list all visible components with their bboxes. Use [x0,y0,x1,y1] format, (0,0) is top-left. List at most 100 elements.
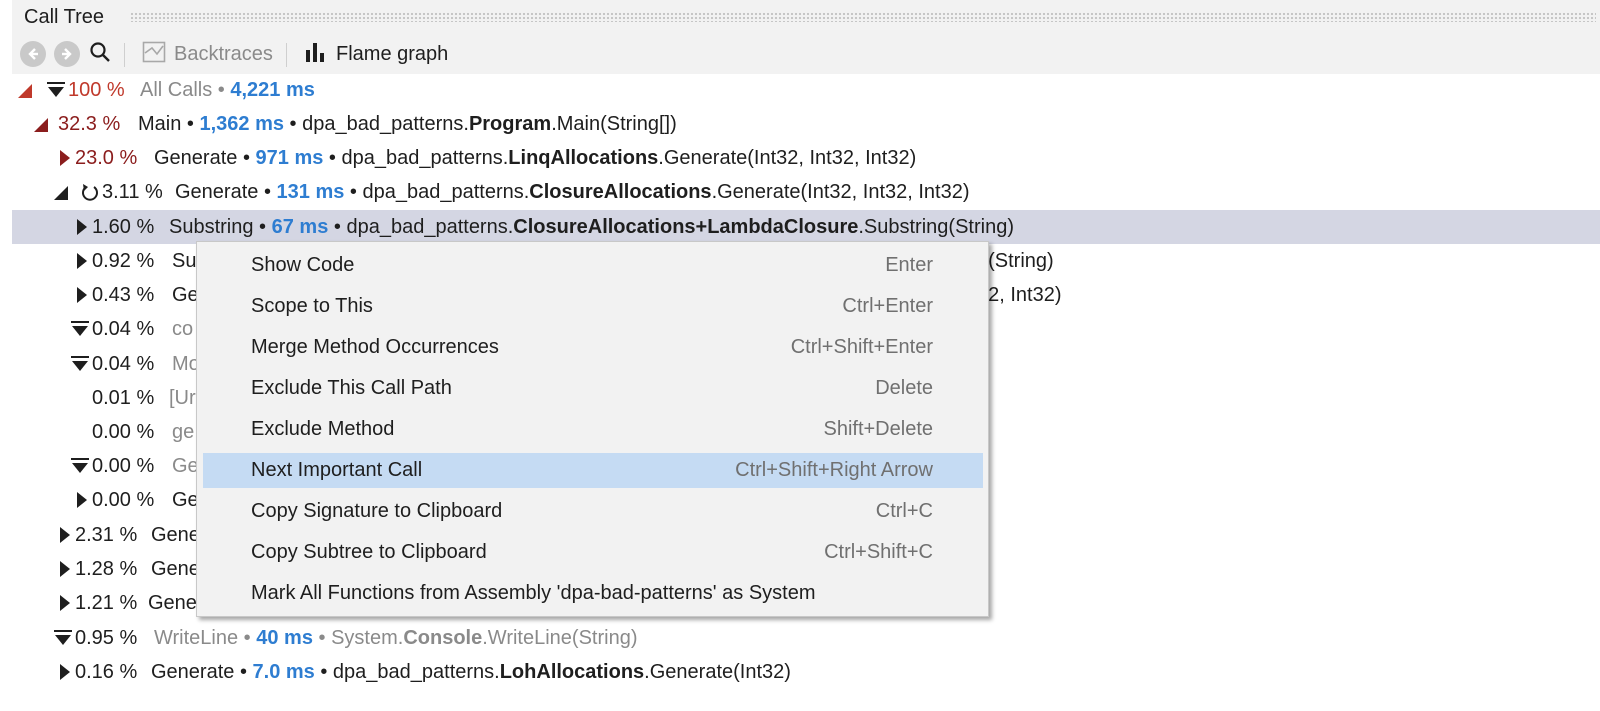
arrow-left-icon [20,41,46,67]
filter-icon [70,457,90,475]
tree-row[interactable]: 100 % All Calls • 4,221 ms [12,73,1600,107]
row-percent: 2.31 % [75,524,138,546]
row-percent: 32.3 % [58,113,121,135]
row-method: [Ur [169,387,196,409]
row-percent: 0.95 % [75,627,138,649]
collapsed-triangle-icon[interactable] [77,253,87,269]
backtraces-label: Backtraces [174,42,273,65]
tree-row[interactable]: 23.0 % Generate • 971 ms • dpa_bad_patte… [12,141,1600,175]
row-percent: 0.92 % [92,250,155,272]
row-percent: 1.60 % [92,216,155,238]
tree-row[interactable]: 3.11 % Generate • 131 ms • dpa_bad_patte… [12,175,1600,209]
row-method: co [172,318,194,340]
row-percent: 0.00 % [92,421,155,443]
tree-row[interactable]: 32.3 % Main • 1,362 ms • dpa_bad_pattern… [12,107,1600,141]
row-percent: 0.04 % [92,318,155,340]
row-method: ge [172,421,195,443]
menu-item-next-important-call[interactable]: Next Important Call Ctrl+Shift+Right Arr… [203,453,983,488]
filter-icon [53,629,73,647]
panel-title: Call Tree [24,6,105,28]
row-method: Ge [172,455,199,477]
forward-button[interactable] [54,34,80,74]
row-method: Substring • 67 ms • dpa_bad_patterns.Clo… [169,216,1014,238]
menu-item-exclude-call-path[interactable]: Exclude This Call Path Delete [203,371,983,406]
collapsed-triangle-icon[interactable] [60,561,70,577]
panel-title-bar: Call Tree [12,0,1600,34]
expanded-triangle-icon[interactable] [34,118,48,132]
row-method: Main • 1,362 ms • dpa_bad_patterns.Progr… [138,113,677,135]
menu-item-copy-subtree[interactable]: Copy Subtree to Clipboard Ctrl+Shift+C [203,535,983,570]
menu-item-shortcut: Ctrl+C [875,500,933,522]
menu-item-mark-assembly-as-system[interactable]: Mark All Functions from Assembly 'dpa-ba… [203,576,983,611]
menu-item-label: Mark All Functions from Assembly 'dpa-ba… [251,582,816,604]
row-percent: 0.04 % [92,353,155,375]
menu-item-label: Exclude Method [251,418,395,440]
row-method: Gene [151,524,200,546]
search-button[interactable] [88,34,112,74]
menu-item-shortcut: Enter [885,254,933,276]
menu-item-label: Copy Subtree to Clipboard [251,541,487,563]
back-button[interactable] [20,34,46,74]
menu-item-show-code[interactable]: Show Code Enter [203,248,983,283]
context-menu: Show Code Enter Scope to This Ctrl+Enter… [196,241,989,617]
row-percent: 1.28 % [75,558,138,580]
row-method: Gene [151,558,200,580]
collapsed-triangle-icon[interactable] [60,664,70,680]
backtraces-icon [142,41,166,68]
row-signature-tail: 32, Int32) [977,284,1062,306]
menu-item-shortcut: Shift+Delete [823,418,933,440]
expanded-triangle-icon[interactable] [18,84,32,98]
menu-item-exclude-method[interactable]: Exclude Method Shift+Delete [203,412,983,447]
menu-item-shortcut: Ctrl+Enter [842,295,933,317]
menu-item-label: Next Important Call [251,459,423,481]
collapsed-triangle-icon[interactable] [60,527,70,543]
row-method: Ge [172,284,199,306]
toolbar-separator [124,43,125,67]
menu-item-shortcut: Delete [875,377,933,399]
row-method: Generate • 7.0 ms • dpa_bad_patterns.Loh… [151,661,791,683]
row-method: Generate • 971 ms • dpa_bad_patterns.Lin… [154,147,917,169]
collapsed-triangle-icon[interactable] [60,150,70,166]
filter-icon [70,320,90,338]
row-percent: 0.43 % [92,284,155,306]
filter-icon [46,81,66,99]
collapsed-triangle-icon[interactable] [77,287,87,303]
tree-row[interactable]: 0.95 % WriteLine • 40 ms • System.Consol… [12,621,1600,655]
backtraces-button[interactable]: Backtraces [142,34,273,74]
search-icon [88,40,112,69]
filter-icon [70,355,90,373]
row-method: Ge [172,489,199,511]
menu-item-label: Copy Signature to Clipboard [251,500,503,522]
menu-item-shortcut: Ctrl+Shift+Enter [790,336,933,358]
collapsed-triangle-icon[interactable] [77,492,87,508]
recursion-icon [80,183,100,201]
flame-graph-label: Flame graph [336,42,449,65]
tree-row-selected[interactable]: 1.60 % Substring • 67 ms • dpa_bad_patte… [12,210,1600,244]
row-percent: 0.00 % [92,489,155,511]
collapsed-triangle-icon[interactable] [60,595,70,611]
row-method: Gene [148,592,197,614]
menu-item-copy-signature[interactable]: Copy Signature to Clipboard Ctrl+C [203,494,983,529]
collapsed-triangle-icon[interactable] [77,219,87,235]
bar-chart-icon [304,41,326,68]
toolbar-separator [286,43,287,67]
row-percent: 0.00 % [92,455,155,477]
row-percent: 0.16 % [75,661,138,683]
row-percent: 23.0 % [75,147,138,169]
menu-item-shortcut: Ctrl+Shift+C [824,541,933,563]
title-grip[interactable] [130,12,1596,22]
flame-graph-button[interactable]: Flame graph [304,34,448,74]
row-method: WriteLine • 40 ms • System.Console.Write… [154,627,638,649]
menu-item-label: Merge Method Occurrences [251,336,499,358]
row-method: Generate • 131 ms • dpa_bad_patterns.Clo… [175,181,970,203]
tree-row[interactable]: 0.16 % Generate • 7.0 ms • dpa_bad_patte… [12,655,1600,689]
expanded-triangle-icon[interactable] [54,186,68,200]
row-percent: 1.21 % [75,592,138,614]
menu-item-shortcut: Ctrl+Shift+Right Arrow [735,459,933,481]
menu-item-scope-to-this[interactable]: Scope to This Ctrl+Enter [203,289,983,324]
toolbar: Backtraces Flame graph [12,34,1600,74]
menu-item-label: Show Code [251,254,355,276]
menu-item-merge-method-occurrences[interactable]: Merge Method Occurrences Ctrl+Shift+Ente… [203,330,983,365]
menu-item-label: Scope to This [251,295,373,317]
row-method: Su [172,250,197,272]
